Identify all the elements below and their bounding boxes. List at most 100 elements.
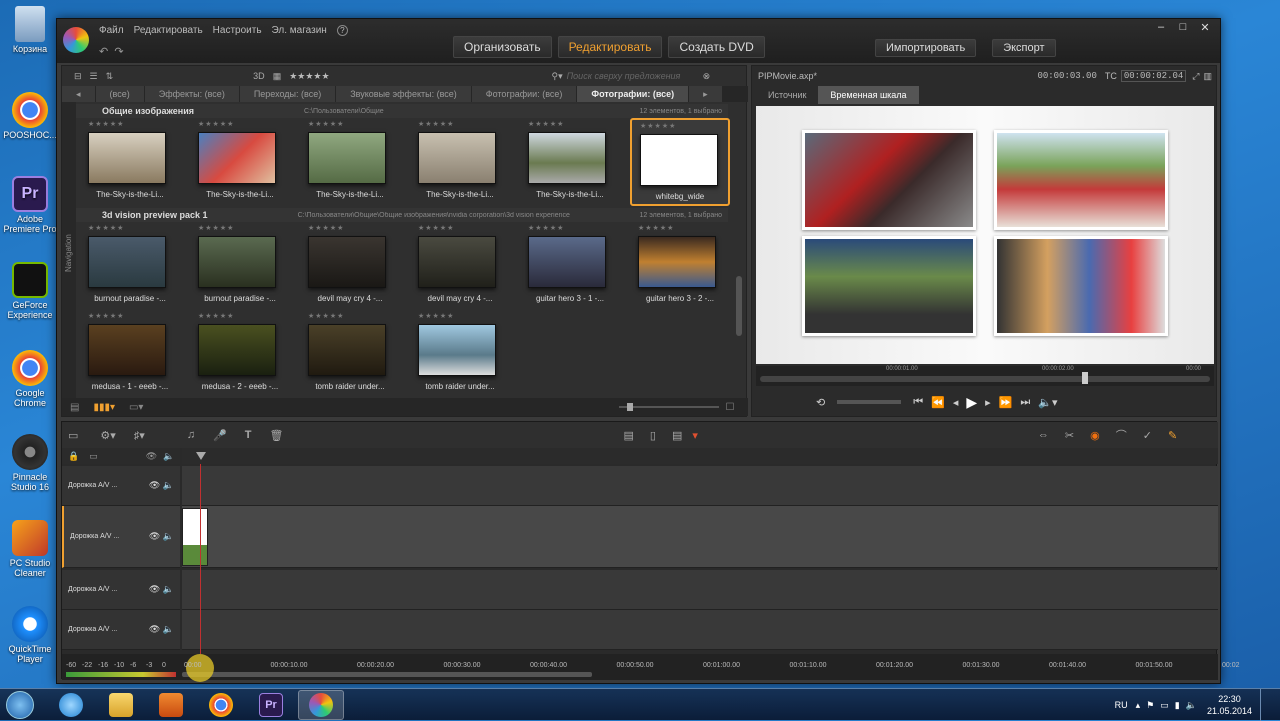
track-header-4[interactable]: Дорожка A/V ... 👁 🔈 (62, 610, 180, 650)
desktop-icon-premiere[interactable]: Pr Adobe Premiere Pro (0, 176, 60, 234)
rating-stars[interactable]: ★★★★★ (198, 120, 234, 128)
library-item[interactable]: ★★★★★ guitar hero 3 - 2 -... (630, 222, 730, 310)
tab-effects[interactable]: Эффекты: (все) (144, 86, 240, 102)
storage-icon[interactable]: ▤ (70, 402, 79, 413)
track-controls-icon[interactable]: 👁 🔈 (149, 531, 174, 542)
language-indicator[interactable]: RU (1115, 700, 1128, 710)
group-header-3d[interactable]: 3d vision preview pack 1 C:\Пользователи… (76, 208, 728, 222)
start-button[interactable] (0, 689, 40, 721)
network-icon[interactable]: ▮ (1175, 700, 1180, 711)
loop-icon[interactable]: ⟲ (816, 396, 825, 409)
maximize-icon[interactable]: □ (1172, 21, 1194, 35)
close-icon[interactable]: ✕ (1194, 21, 1216, 35)
menu-store[interactable]: Эл. магазин (272, 25, 327, 36)
display-icon[interactable]: ▭ (1160, 700, 1169, 711)
desktop-icon-pc-cleaner[interactable]: PC Studio Cleaner (0, 520, 60, 578)
scrubber-track[interactable] (760, 376, 1210, 382)
undo-icon[interactable]: ↶ (99, 45, 108, 58)
scrubber-handle[interactable] (1082, 372, 1088, 384)
desktop-icon-pinnacle[interactable]: Pinnacle Studio 16 (0, 434, 60, 492)
redo-icon[interactable]: ↷ (114, 45, 123, 58)
menu-edit[interactable]: Редактировать (134, 25, 203, 36)
ripple-icon[interactable]: ⇔ (1038, 429, 1049, 441)
tab-source[interactable]: Источник (756, 86, 818, 104)
thumbnail-view-icon[interactable]: ▮▮▮▾ (93, 402, 115, 413)
search-input[interactable]: Поиск сверху предложения (567, 71, 697, 81)
library-item[interactable]: ★★★★★ devil may cry 4 -... (300, 222, 400, 310)
playhead-handle-icon[interactable] (196, 452, 206, 460)
library-item[interactable]: ★★★★★ burnout paradise -... (190, 222, 290, 310)
desktop-icon-chrome[interactable]: Google Chrome (0, 350, 60, 408)
tab-timeline[interactable]: Временная шкала (818, 86, 919, 104)
tab-transitions[interactable]: Переходы: (все) (239, 86, 337, 102)
navigation-strip[interactable]: Navigation (62, 102, 76, 398)
lock-icon[interactable]: 🔒 (68, 451, 79, 462)
library-item[interactable]: ★★★★★ The-Sky-is-the-Li... (80, 118, 180, 206)
track-lane-4[interactable] (182, 610, 1218, 650)
library-item[interactable]: ★★★★★ burnout paradise -... (80, 222, 180, 310)
grid-toggle-icon[interactable]: ▦ (273, 71, 282, 82)
dual-view-icon[interactable]: ▥ (1203, 71, 1212, 82)
tab-back-icon[interactable]: ◂ (62, 86, 96, 102)
menu-file[interactable]: Файл (99, 25, 124, 36)
rating-stars[interactable]: ★★★★★ (528, 224, 564, 232)
track-lane-2[interactable] (182, 506, 1218, 568)
library-item[interactable]: ★★★★★ The-Sky-is-the-Li... (520, 118, 620, 206)
taskbar-chrome[interactable] (198, 690, 244, 720)
sort-icon[interactable]: ⇅ (106, 71, 114, 82)
go-start-icon[interactable]: ⏮ (913, 396, 923, 409)
stars-filter[interactable]: ★★★★★ (289, 71, 329, 82)
taskbar-premiere[interactable]: Pr (248, 690, 294, 720)
taskbar-media[interactable] (148, 690, 194, 720)
mode-edit-button[interactable]: Редактировать (557, 36, 663, 58)
shuttle-slider[interactable] (837, 400, 902, 404)
rating-stars[interactable]: ★★★★★ (88, 224, 124, 232)
play-icon[interactable]: ▶ (966, 394, 977, 411)
rating-stars[interactable]: ★★★★★ (640, 122, 676, 130)
visibility-icon[interactable]: 👁 (146, 451, 157, 462)
show-desktop-button[interactable] (1260, 689, 1272, 721)
library-view-icon[interactable]: ⊟ (74, 71, 82, 82)
tab-photos[interactable]: Фотографии: (все) (471, 86, 578, 102)
zoom-slider[interactable] (619, 403, 720, 411)
magnet-icon[interactable]: ⌒ (1116, 427, 1127, 443)
marker-list-icon[interactable]: ▤ (672, 429, 682, 442)
rating-stars[interactable]: ★★★★★ (308, 312, 344, 320)
tracks-icon[interactable]: ▭ (89, 451, 98, 462)
tab-next-icon[interactable]: ▸ (689, 86, 723, 102)
mode-dvd-button[interactable]: Создать DVD (668, 36, 765, 58)
group-header-common[interactable]: Общие изображения C:\Пользователи\Общие … (76, 104, 728, 118)
menu-settings[interactable]: Настроить (213, 25, 262, 36)
step-back-icon[interactable]: ◂ (953, 396, 959, 409)
view-3d-toggle[interactable]: 3D (253, 71, 265, 81)
mode-organize-button[interactable]: Организовать (453, 36, 552, 58)
track-controls-icon[interactable]: 👁 🔈 (149, 480, 174, 491)
track-controls-icon[interactable]: 👁 🔈 (149, 584, 174, 595)
tab-photos-active[interactable]: Фотографии: (все) (577, 86, 690, 102)
taskbar-ie[interactable] (48, 690, 94, 720)
library-item[interactable]: ★★★★★ devil may cry 4 -... (410, 222, 510, 310)
desktop-icon-pooshoc[interactable]: POOSHOC... (0, 92, 60, 140)
search-clear-icon[interactable]: ⊗ (703, 71, 711, 82)
library-item[interactable]: ★★★★★ The-Sky-is-the-Li... (410, 118, 510, 206)
tab-all[interactable]: (все) (95, 86, 145, 102)
track-lane-1[interactable] (182, 466, 1218, 506)
taskbar-pinnacle[interactable] (298, 689, 344, 720)
rating-stars[interactable]: ★★★★★ (418, 120, 454, 128)
tray-arrow-icon[interactable]: ▴ (1136, 700, 1141, 711)
rating-stars[interactable]: ★★★★★ (198, 224, 234, 232)
tab-sound-effects[interactable]: Звуковые эффекты: (все) (336, 86, 472, 102)
timeline-scrollbar[interactable] (182, 672, 592, 677)
flag-icon[interactable]: ⚑ (1146, 700, 1154, 711)
rating-stars[interactable]: ★★★★★ (308, 224, 344, 232)
timecode-field[interactable]: 00:00:02.04 (1120, 70, 1187, 82)
split-icon[interactable]: ✂ (1065, 429, 1074, 442)
prev-frame-icon[interactable]: ⏪ (931, 396, 945, 409)
minimize-icon[interactable]: – (1150, 21, 1172, 35)
scorefitter-icon[interactable]: ♫ (187, 429, 195, 441)
title-tool-icon[interactable]: T (245, 429, 252, 441)
dynamic-length-icon[interactable]: ◉ (1090, 429, 1100, 442)
track-controls-icon[interactable]: 👁 🔈 (149, 624, 174, 635)
audio-mode-icon[interactable]: ♯▾ (134, 429, 145, 442)
go-end-icon[interactable]: ⏭ (1020, 396, 1030, 409)
